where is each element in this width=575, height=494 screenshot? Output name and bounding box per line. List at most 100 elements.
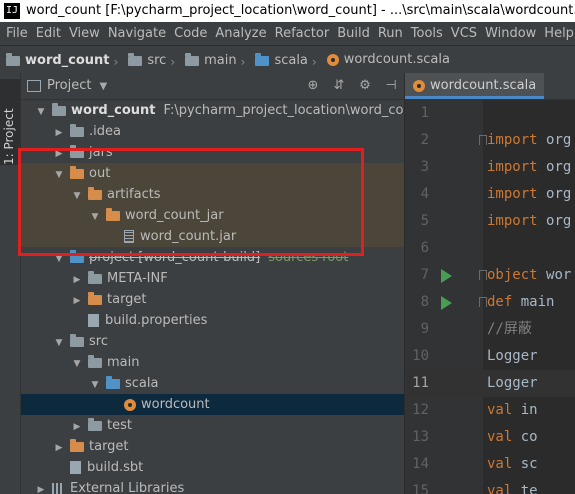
expand-right-icon[interactable]: ▶ [35,480,47,494]
fold-icon[interactable] [479,297,487,307]
code-line[interactable]: 2 import org [405,127,575,154]
code-line[interactable]: 3 import org [405,154,575,181]
code-line[interactable]: 7 object wor [405,262,575,289]
folder-icon [128,52,143,66]
tree-item[interactable]: ▶ jars [21,142,404,163]
tree-item[interactable]: ▶ test [21,415,404,436]
menu-run[interactable]: Run [376,26,405,41]
expand-right-icon[interactable]: ▶ [53,144,65,165]
code-line[interactable]: 4 import org [405,181,575,208]
expand-right-icon[interactable]: ▶ [71,270,83,291]
tree-item[interactable]: ▼ word_count F:\pycharm_project_location\w… [21,100,404,121]
tree-item-label: META-INF [107,271,168,286]
menu-edit[interactable]: Edit [34,26,63,41]
tree-item[interactable]: build.sbt [21,457,404,478]
menu-vcs[interactable]: VCS [449,26,479,41]
tree-item[interactable]: ▼ word_count_jar [21,205,404,226]
expand-right-icon[interactable]: ▶ [71,417,83,438]
menu-build[interactable]: Build [335,26,372,41]
tree-item-path: F:\pycharm_project_location\word_count [163,103,404,118]
tree-item[interactable]: ▶ META-INF [21,268,404,289]
line-number: 11 [412,375,429,391]
code-line[interactable]: 9 //屏蔽 [405,316,575,343]
editor-tab-wordcount-scala[interactable]: wordcount.scala [405,73,545,99]
expand-down-icon[interactable]: ▼ [35,102,47,123]
line-number: 15 [412,483,429,494]
code-line[interactable]: 13 val co [405,424,575,451]
scala-file-icon [413,79,425,92]
expand-right-icon[interactable]: ▶ [53,438,65,459]
tree-item[interactable]: ▼ src [21,331,404,352]
tree-item[interactable]: ▶ target [21,289,404,310]
tree-item[interactable]: ▼ artifacts [21,184,404,205]
tree-item[interactable]: ▼ main [21,352,404,373]
locate-file-icon[interactable]: ⊕ [300,73,326,99]
tree-item[interactable]: ▼ project [word_count-build] sources root [21,247,404,268]
fold-icon[interactable] [479,270,487,280]
expand-down-icon[interactable]: ▼ [53,333,65,354]
line-number: 7 [420,267,429,283]
code-line[interactable]: 6 [405,235,575,262]
run-gutter-icon[interactable] [441,296,452,310]
breadcrumb-item-2[interactable]: main [185,47,237,73]
excluded-folder-icon [70,165,84,179]
tree-item[interactable]: build.properties [21,310,404,331]
expand-down-icon[interactable]: ▼ [71,354,83,375]
breadcrumb-item-4[interactable]: wordcount.scala [326,46,450,73]
expand-down-icon[interactable]: ▼ [53,165,65,186]
code-lines[interactable]: 1 2 import org 3 import org 4 import org 5 impor… [405,100,575,494]
menu-analyze[interactable]: Analyze [213,26,268,41]
code-token: import [487,213,547,229]
code-line[interactable]: 11 Logger [405,370,575,397]
menu-window[interactable]: Window [483,26,538,41]
library-icon [52,482,64,494]
menu-view[interactable]: View [67,26,102,41]
tree-item[interactable]: ▶ target [21,436,404,457]
code-line[interactable]: 10 Logger [405,343,575,370]
project-panel-header: Project ▼ ⊕ ⇵ ⚙ ⊣ [21,73,404,100]
expand-down-icon[interactable]: ▼ [53,249,65,270]
expand-down-icon[interactable]: ▼ [71,186,83,207]
menu-help[interactable]: Help [542,26,575,41]
source-folder-icon [70,249,84,263]
expand-right-icon[interactable]: ▶ [53,123,65,144]
menu-file[interactable]: File [4,26,30,41]
breadcrumb-item-1[interactable]: src [128,47,166,73]
fold-icon[interactable] [479,135,487,145]
gear-icon[interactable]: ⚙ [352,73,378,99]
breadcrumb-item-0[interactable]: word_count [6,47,110,73]
expand-down-icon[interactable]: ▼ [89,375,101,396]
menu-code[interactable]: Code [172,26,209,41]
code-token: import [487,132,547,148]
project-tool-tab[interactable]: 1: Project [0,79,20,165]
tree-item[interactable]: wordcount [21,394,404,415]
project-panel-title[interactable]: Project [47,78,91,93]
expand-right-icon[interactable]: ▶ [71,291,83,312]
code-line[interactable]: 1 [405,100,575,127]
code-line[interactable]: 15 val te [405,478,575,494]
expand-down-icon[interactable]: ▼ [89,207,101,228]
tree-item[interactable]: ▼ out [21,163,404,184]
tree-item-label: artifacts [107,187,161,202]
folder-icon [70,333,84,347]
line-number: 6 [420,240,429,256]
menu-navigate[interactable]: Navigate [106,26,168,41]
code-text: val co [487,424,538,451]
code-line[interactable]: 5 import org [405,208,575,235]
breadcrumb-item-3[interactable]: scala [255,47,308,73]
collapse-all-icon[interactable]: ⇵ [326,73,352,99]
menu-tools[interactable]: Tools [409,26,445,41]
run-gutter-icon[interactable] [441,269,452,283]
menu-refactor[interactable]: Refactor [273,26,332,41]
tree-item[interactable]: ▶ .idea [21,121,404,142]
tree-item[interactable]: ▼ scala [21,373,404,394]
code-text: import org [487,127,571,154]
code-line[interactable]: 12 val in [405,397,575,424]
code-line[interactable]: 14 val sc [405,451,575,478]
code-line[interactable]: 8 def main [405,289,575,316]
code-editor: wordcount.scala 1 2 import org 3 import org 4… [405,73,575,494]
hide-panel-icon[interactable]: ⊣ [378,73,404,99]
tree-item[interactable]: ▶ External Libraries [21,478,404,494]
tree-item[interactable]: word_count.jar [21,226,404,247]
chevron-down-icon[interactable]: ▼ [99,81,107,92]
